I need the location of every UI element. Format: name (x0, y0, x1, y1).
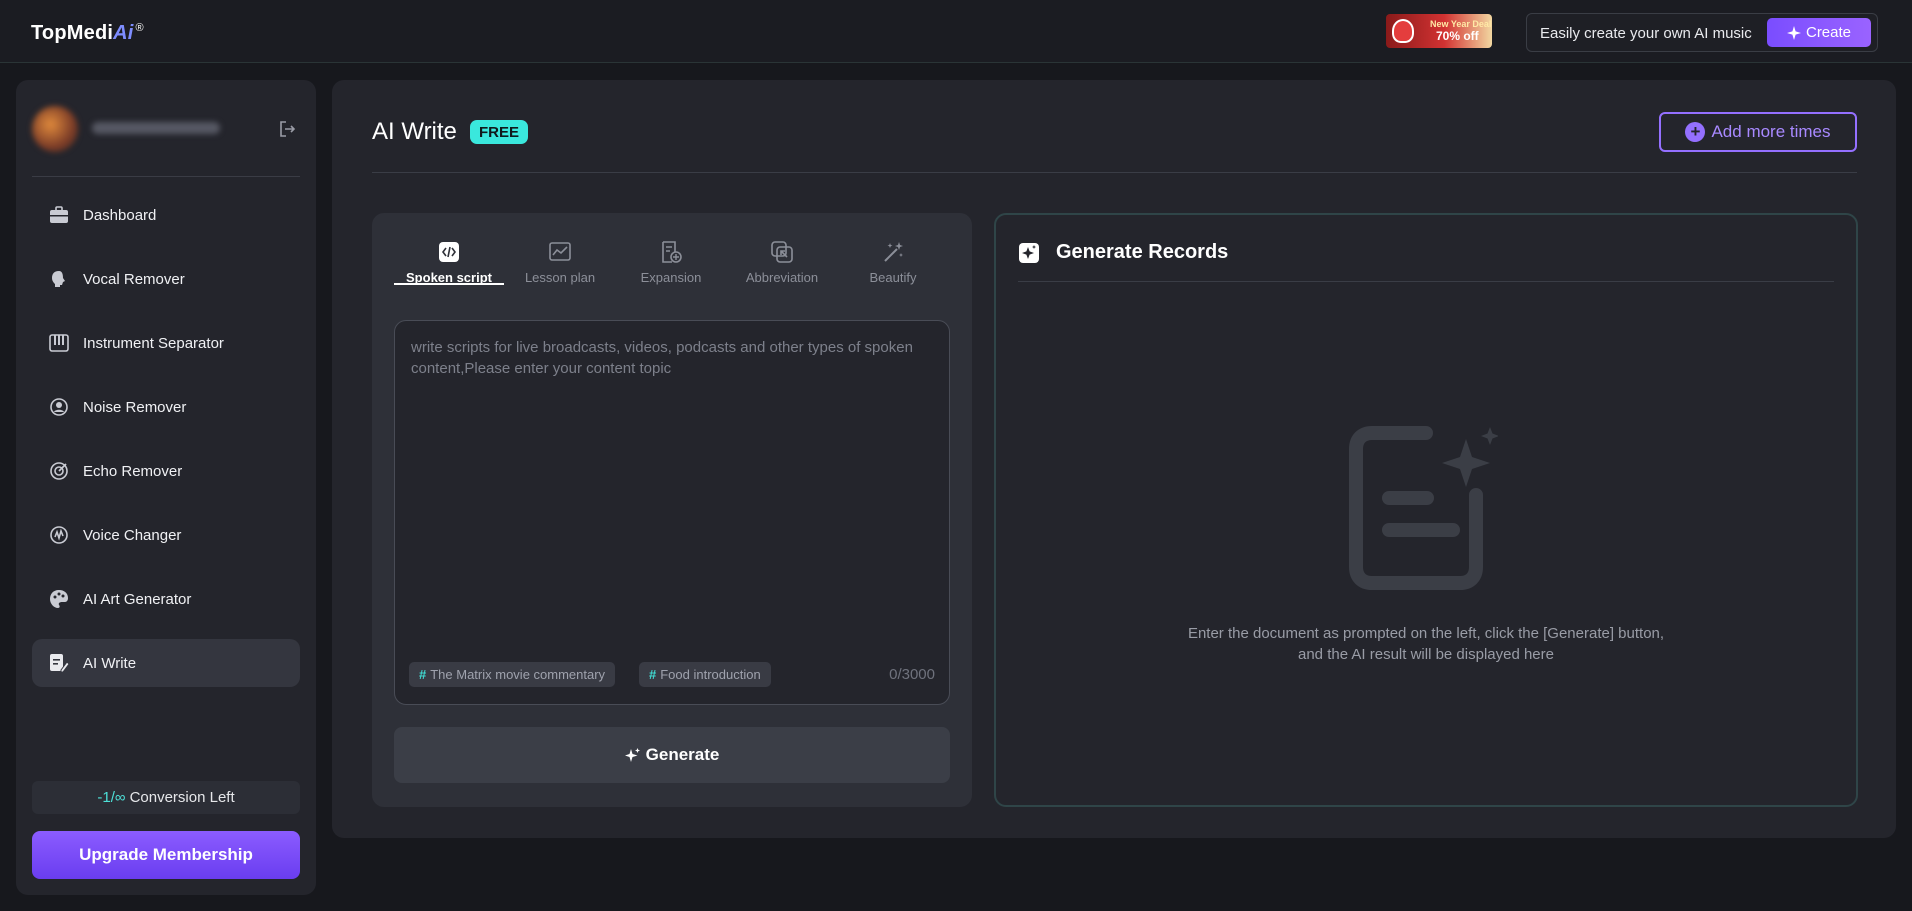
logo-registered: ® (135, 22, 144, 35)
conversion-count: -1/∞ (97, 789, 126, 806)
sidebar-item-instrument-separator[interactable]: Instrument Separator (32, 319, 300, 367)
sidebar-nav: Dashboard Vocal Remover Instrument Separ… (32, 191, 300, 703)
records-icon (1019, 243, 1039, 263)
shrink-icon (769, 239, 795, 265)
chip-label: The Matrix movie commentary (430, 667, 606, 682)
sidebar-item-vocal-remover[interactable]: Vocal Remover (32, 255, 300, 303)
top-bar: TopMediAi ® New Year Deals 70% off Easily… (0, 0, 1912, 63)
promo-title: New Year Deals (1430, 19, 1492, 29)
tab-label: Abbreviation (745, 270, 819, 285)
promo-discount: 70% off (1436, 29, 1479, 43)
sidebar-item-ai-art-generator[interactable]: AI Art Generator (32, 575, 300, 623)
hash-icon: # (649, 667, 657, 682)
chart-icon (547, 239, 573, 265)
sidebar-item-voice-changer[interactable]: Voice Changer (32, 511, 300, 559)
generate-records-panel: Generate Records Enter the document as p… (994, 213, 1858, 807)
sidebar-item-echo-remover[interactable]: Echo Remover (32, 447, 300, 495)
sidebar-item-label: Echo Remover (83, 462, 183, 480)
empty-state-line-1: Enter the document as prompted on the le… (1187, 625, 1665, 642)
briefcase-icon (48, 204, 70, 226)
write-panel: Spoken script Lesson plan Expansion Abbr… (372, 213, 972, 807)
sidebar-item-label: AI Art Generator (83, 590, 192, 608)
suggestion-chip-food[interactable]: # Food introduction (639, 662, 771, 687)
conversion-counter: -1/∞ Conversion Left (32, 781, 300, 814)
upgrade-membership-button[interactable]: Upgrade Membership (32, 831, 300, 879)
add-more-label: Add more times (1711, 122, 1831, 141)
empty-document-icon (1349, 426, 1498, 590)
content-topic-input[interactable] (395, 321, 949, 651)
sidebar-item-ai-write[interactable]: AI Write (32, 639, 300, 687)
ai-music-promo: Easily create your own AI music Create (1526, 13, 1878, 52)
promo-banner[interactable]: New Year Deals 70% off (1386, 14, 1492, 48)
empty-state-text: Enter the document as prompted on the le… (996, 623, 1856, 665)
page-title: AI Write (372, 118, 457, 145)
conversion-label: Conversion Left (129, 789, 235, 806)
sparkle-icon (1786, 25, 1801, 40)
generate-button[interactable]: Generate (394, 727, 950, 783)
add-more-times-button[interactable]: + Add more times (1659, 112, 1857, 152)
hash-icon: # (419, 667, 427, 682)
tab-expansion[interactable]: Expansion (616, 239, 726, 285)
sidebar-item-dashboard[interactable]: Dashboard (32, 191, 300, 239)
palette-icon (48, 588, 70, 610)
magic-wand-icon (880, 239, 906, 265)
tab-label: Expansion (640, 270, 702, 285)
sidebar-item-label: Dashboard (83, 206, 157, 224)
noise-icon (48, 396, 70, 418)
username-blurred (92, 122, 220, 134)
tab-spoken-script[interactable]: Spoken script (394, 239, 504, 285)
user-profile[interactable] (32, 104, 300, 154)
create-label: Create (1805, 24, 1852, 41)
doc-plus-icon (658, 239, 684, 265)
logo-ai: Ai (113, 22, 134, 44)
suggestion-chip-matrix[interactable]: # The Matrix movie commentary (409, 662, 616, 687)
records-divider (1018, 281, 1834, 282)
tab-label: Lesson plan (524, 270, 596, 285)
sidebar-item-label: Noise Remover (83, 398, 187, 416)
tab-lesson-plan[interactable]: Lesson plan (505, 239, 615, 285)
character-counter: 0/3000 (889, 666, 935, 683)
sidebar: Dashboard Vocal Remover Instrument Separ… (16, 80, 316, 895)
logo-text: TopMedi (31, 22, 114, 44)
generate-label: Generate (645, 745, 720, 764)
tab-label: Beautify (869, 270, 917, 285)
code-icon (436, 239, 462, 265)
ai-music-text: Easily create your own AI music (1540, 25, 1752, 42)
santa-icon (1392, 19, 1414, 43)
header-divider (372, 172, 1857, 173)
sidebar-item-label: Instrument Separator (83, 334, 224, 352)
sidebar-item-label: AI Write (83, 654, 137, 672)
plus-circle-icon: + (1685, 122, 1706, 142)
free-badge: FREE (470, 120, 529, 144)
records-title: Generate Records (1056, 241, 1229, 263)
tab-beautify[interactable]: Beautify (838, 239, 948, 285)
sidebar-item-label: Vocal Remover (83, 270, 185, 288)
empty-state-line-2: and the AI result will be displayed here (1298, 646, 1554, 663)
mode-tabs: Spoken script Lesson plan Expansion Abbr… (394, 239, 950, 285)
main-content: AI Write FREE + Add more times Spoken sc… (332, 80, 1896, 838)
sidebar-item-label: Voice Changer (83, 526, 182, 544)
sidebar-divider (32, 176, 300, 177)
content-input-box: # The Matrix movie commentary # Food int… (394, 320, 950, 705)
tab-abbreviation[interactable]: Abbreviation (727, 239, 837, 285)
voice-changer-icon (48, 524, 70, 546)
piano-icon (48, 332, 70, 354)
logout-icon[interactable] (278, 120, 296, 138)
avatar[interactable] (32, 106, 78, 152)
chip-label: Food introduction (660, 667, 761, 682)
logo[interactable]: TopMediAi ® (31, 22, 144, 45)
sidebar-item-noise-remover[interactable]: Noise Remover (32, 383, 300, 431)
write-icon (48, 652, 70, 674)
create-button[interactable]: Create (1767, 18, 1871, 47)
tab-label: Spoken script (406, 270, 492, 285)
vocal-icon (48, 268, 70, 290)
echo-icon (48, 460, 70, 482)
sparkle-icon (624, 747, 640, 762)
